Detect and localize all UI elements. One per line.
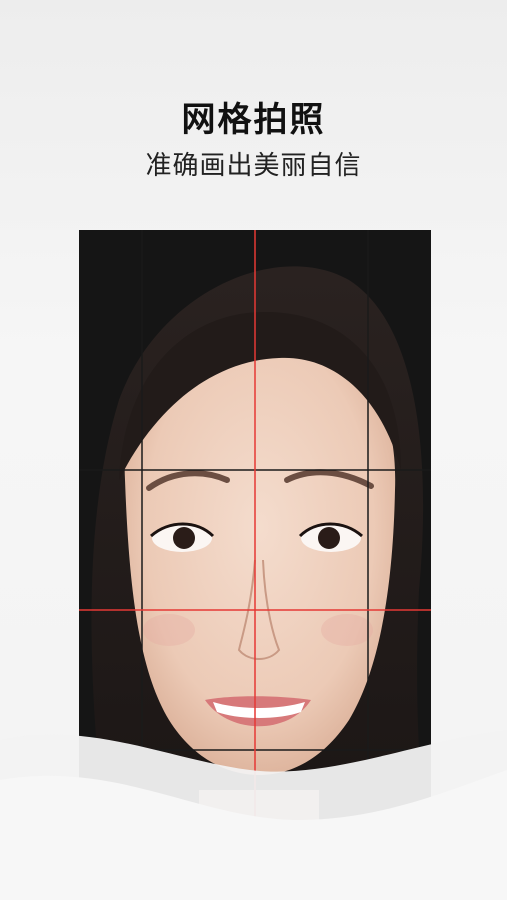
- promo-title: 网格拍照: [181, 100, 326, 140]
- left-blush: [143, 614, 195, 646]
- left-iris: [173, 527, 195, 549]
- right-blush: [321, 614, 373, 646]
- decorative-wave: [0, 730, 507, 900]
- right-iris: [318, 527, 340, 549]
- promo-subtitle: 准确画出美丽自信: [145, 151, 362, 181]
